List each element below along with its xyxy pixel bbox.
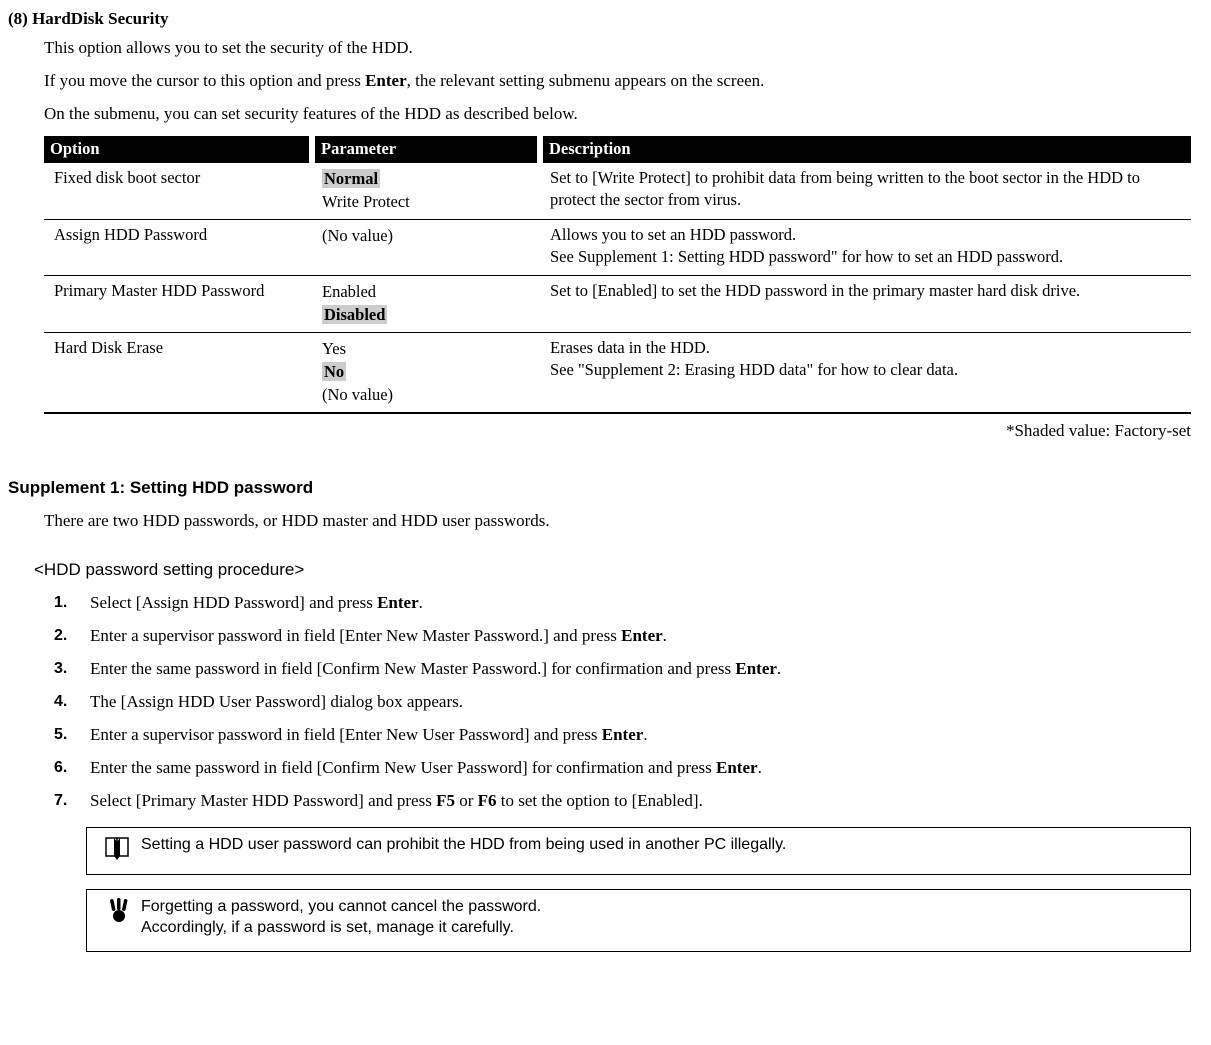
desc-line: See "Supplement 2: Erasing HDD data" for…: [550, 359, 1183, 381]
table-row: Fixed disk boot sector Normal Write Prot…: [44, 163, 1191, 220]
header-option: Option: [44, 136, 312, 163]
table-header-row: Option Parameter Description: [44, 136, 1191, 163]
intro-paragraph-3: On the submenu, you can set security fea…: [44, 103, 1191, 126]
key-f5: F5: [436, 791, 455, 810]
param-value: (No value): [322, 383, 532, 406]
text: Enter the same password in field [Confir…: [90, 659, 735, 678]
text: If you move the cursor to this option an…: [44, 71, 365, 90]
text: Enter a supervisor password in field [En…: [90, 626, 621, 645]
cell-description: Erases data in the HDD. See "Supplement …: [540, 332, 1191, 413]
note-text: Forgetting a password, you cannot cancel…: [141, 896, 1180, 939]
text: , the relevant setting submenu appears o…: [407, 71, 765, 90]
param-value: Yes: [322, 337, 532, 360]
param-value: Enabled: [322, 280, 532, 303]
procedure-title: <HDD password setting procedure>: [34, 559, 1191, 582]
step-2: Enter a supervisor password in field [En…: [76, 625, 1191, 648]
cell-parameter: Yes No (No value): [312, 332, 540, 413]
key-enter: Enter: [365, 71, 407, 90]
step-1: Select [Assign HDD Password] and press E…: [76, 592, 1191, 615]
header-description: Description: [540, 136, 1191, 163]
step-3: Enter the same password in field [Confir…: [76, 658, 1191, 681]
text: or: [455, 791, 478, 810]
text: Select [Assign HDD Password] and press: [90, 593, 377, 612]
text: Select [Primary Master HDD Password] and…: [90, 791, 436, 810]
desc-line: See Supplement 1: Setting HDD password" …: [550, 246, 1183, 268]
text: .: [419, 593, 423, 612]
procedure-steps: Select [Assign HDD Password] and press E…: [48, 592, 1191, 813]
param-value-factory: Normal: [322, 169, 380, 188]
cell-parameter: Normal Write Protect: [312, 163, 540, 220]
text: .: [663, 626, 667, 645]
cell-description: Set to [Write Protect] to prohibit data …: [540, 163, 1191, 220]
cell-description: Set to [Enabled] to set the HDD password…: [540, 275, 1191, 332]
step-4: The [Assign HDD User Password] dialog bo…: [76, 691, 1191, 714]
desc-line: Allows you to set an HDD password.: [550, 224, 1183, 246]
param-value: Write Protect: [322, 190, 532, 213]
supplement-1-title: Supplement 1: Setting HDD password: [8, 477, 1191, 500]
text: .: [758, 758, 762, 777]
key-f6: F6: [478, 791, 497, 810]
warning-note-box: Forgetting a password, you cannot cancel…: [86, 889, 1191, 952]
section-body: This option allows you to set the securi…: [44, 37, 1191, 443]
warning-icon: [97, 896, 141, 924]
note-line: Accordingly, if a password is set, manag…: [141, 917, 1180, 939]
cell-description: Allows you to set an HDD password. See S…: [540, 220, 1191, 276]
key-enter: Enter: [735, 659, 777, 678]
text: .: [643, 725, 647, 744]
cell-option: Fixed disk boot sector: [44, 163, 312, 220]
info-note-box: Setting a HDD user password can prohibit…: [86, 827, 1191, 875]
cell-parameter: Enabled Disabled: [312, 275, 540, 332]
step-6: Enter the same password in field [Confir…: [76, 757, 1191, 780]
section-title: (8) HardDisk Security: [8, 8, 1191, 31]
key-enter: Enter: [621, 626, 663, 645]
step-7: Select [Primary Master HDD Password] and…: [76, 790, 1191, 813]
book-icon: [97, 834, 141, 862]
table-row: Hard Disk Erase Yes No (No value) Erases…: [44, 332, 1191, 413]
cell-option: Assign HDD Password: [44, 220, 312, 276]
options-table: Option Parameter Description Fixed disk …: [44, 136, 1191, 414]
intro-paragraph-2: If you move the cursor to this option an…: [44, 70, 1191, 93]
text: Enter a supervisor password in field [En…: [90, 725, 602, 744]
note-text: Setting a HDD user password can prohibit…: [141, 834, 1180, 856]
table-row: Assign HDD Password (No value) Allows yo…: [44, 220, 1191, 276]
table-footnote: *Shaded value: Factory-set: [44, 420, 1191, 443]
cell-option: Hard Disk Erase: [44, 332, 312, 413]
param-value: (No value): [322, 224, 532, 247]
text: .: [777, 659, 781, 678]
key-enter: Enter: [716, 758, 758, 777]
cell-option: Primary Master HDD Password: [44, 275, 312, 332]
desc-line: Erases data in the HDD.: [550, 337, 1183, 359]
param-value-factory: No: [322, 362, 346, 381]
step-5: Enter a supervisor password in field [En…: [76, 724, 1191, 747]
key-enter: Enter: [602, 725, 644, 744]
cell-parameter: (No value): [312, 220, 540, 276]
table-row: Primary Master HDD Password Enabled Disa…: [44, 275, 1191, 332]
text: to set the option to [Enabled].: [497, 791, 703, 810]
supplement-1-intro: There are two HDD passwords, or HDD mast…: [44, 510, 1191, 533]
param-value-factory: Disabled: [322, 305, 387, 324]
header-parameter: Parameter: [312, 136, 540, 163]
key-enter: Enter: [377, 593, 419, 612]
note-line: Forgetting a password, you cannot cancel…: [141, 896, 1180, 918]
text: Enter the same password in field [Confir…: [90, 758, 716, 777]
intro-paragraph-1: This option allows you to set the securi…: [44, 37, 1191, 60]
